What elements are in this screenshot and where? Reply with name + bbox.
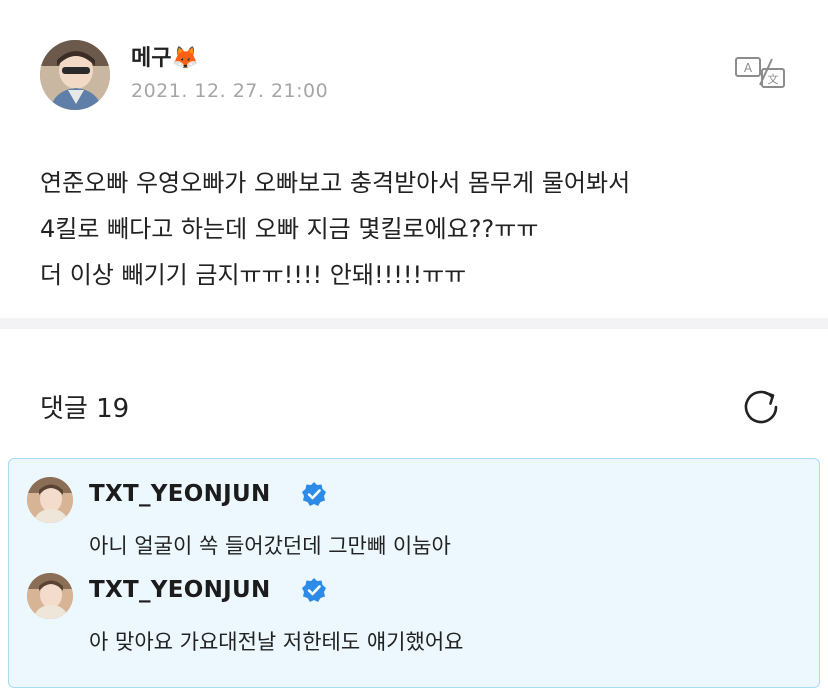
post-line: 연준오빠 우영오빠가 오빠보고 충격받아서 몸무게 물어봐서 (40, 169, 631, 197)
commenter-avatar[interactable] (27, 477, 73, 523)
comment-text: 아 맞아요 가요대전날 저한테도 얘기했어요 (89, 630, 464, 654)
post-header: 메구🦊 2021. 12. 27. 21:00 A 文 (0, 0, 828, 140)
post-body: 연준오빠 우영오빠가 오빠보고 충격받아서 몸무게 물어봐서 4킬로 빼다고 하… (40, 160, 800, 298)
translate-icon[interactable]: A 文 (734, 55, 786, 89)
svg-text:A: A (744, 61, 753, 75)
verified-badge-icon (302, 482, 326, 506)
svg-text:文: 文 (768, 72, 779, 86)
commenter-avatar[interactable] (27, 573, 73, 619)
post-date: 2021. 12. 27. 21:00 (131, 80, 329, 102)
comment-text: 아니 얼굴이 쏙 들어갔던데 그만빼 이눔아 (89, 534, 451, 558)
artist-comment: TXT_YEONJUN 아 맞아요 가요대전날 저한테도 얘기했어요 (9, 573, 821, 663)
artist-comment: TXT_YEONJUN 아니 얼굴이 쏙 들어갔던데 그만빼 이눔아 (9, 477, 821, 567)
post-line: 4킬로 빼다고 하는데 오빠 지금 몇킬로에요??ㅠㅠ (40, 215, 539, 243)
avatar-image (40, 40, 110, 110)
commenter-name[interactable]: TXT_YEONJUN (89, 481, 271, 507)
refresh-icon[interactable] (738, 384, 784, 430)
author-name[interactable]: 메구🦊 (131, 40, 199, 72)
commenter-name[interactable]: TXT_YEONJUN (89, 577, 271, 603)
author-avatar[interactable] (40, 40, 110, 110)
section-divider (0, 318, 828, 329)
post-line: 더 이상 빼기기 금지ㅠㅠ!!!! 안돼!!!!!ㅠㅠ (40, 261, 467, 289)
verified-badge-icon (302, 578, 326, 602)
comments-count-title: 댓글 19 (40, 394, 130, 424)
artist-comments-box: TXT_YEONJUN 아니 얼굴이 쏙 들어갔던데 그만빼 이눔아 TXT_Y… (8, 458, 820, 688)
